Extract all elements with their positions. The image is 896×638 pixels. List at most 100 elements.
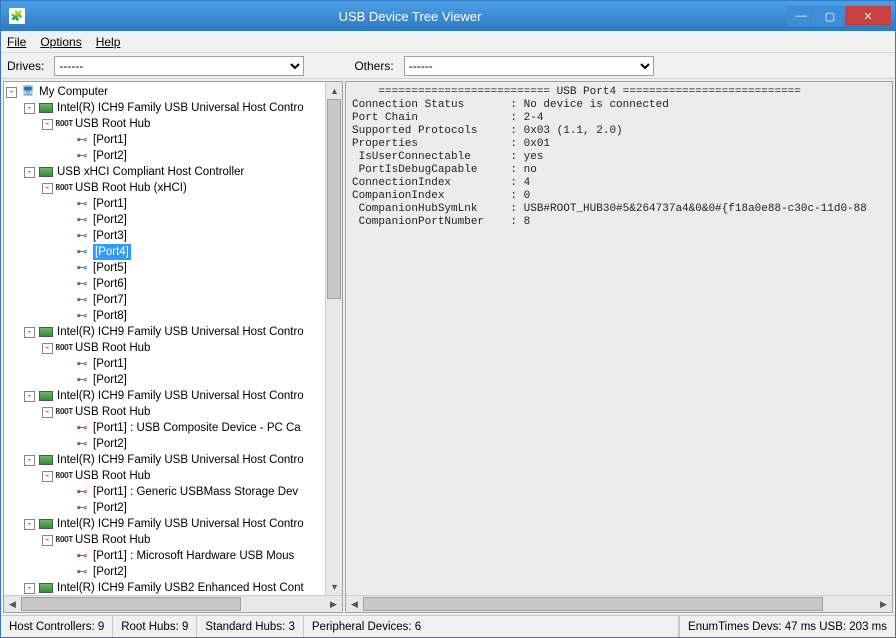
tree-label[interactable]: [Port7] — [93, 292, 127, 308]
collapse-icon[interactable]: - — [42, 343, 53, 354]
collapse-icon[interactable]: - — [6, 87, 17, 98]
tree-label[interactable]: [Port1] : USB Composite Device - PC Ca — [93, 420, 301, 436]
tree-label[interactable]: Intel(R) ICH9 Family USB2 Enhanced Host … — [57, 580, 304, 595]
tree-label[interactable]: USB xHCI Compliant Host Controller — [57, 164, 244, 180]
tree-label[interactable]: USB Root Hub (xHCI) — [75, 180, 187, 196]
scroll-down-icon[interactable]: ▼ — [326, 578, 342, 595]
tree-row[interactable]: -ROOTUSB Root Hub — [6, 404, 325, 420]
tree-row[interactable]: ⊷[Port1] : Generic USBMass Storage Dev — [6, 484, 325, 500]
device-tree[interactable]: -🖥My Computer-Intel(R) ICH9 Family USB U… — [4, 82, 325, 595]
tree-label[interactable]: [Port1] — [93, 356, 127, 372]
tree-label[interactable]: [Port1] — [93, 132, 127, 148]
tree-row[interactable]: ⊷[Port7] — [6, 292, 325, 308]
hscroll-thumb[interactable] — [363, 597, 823, 611]
tree-row[interactable]: ⊷[Port2] — [6, 436, 325, 452]
tree-row[interactable]: - USB xHCI Compliant Host Controller — [6, 164, 325, 180]
tree-row[interactable]: ⊷[Port1] — [6, 356, 325, 372]
maximize-button[interactable]: ▢ — [816, 6, 844, 26]
scroll-left-icon[interactable]: ◀ — [346, 596, 363, 613]
collapse-icon[interactable]: - — [24, 391, 35, 402]
tree-label[interactable]: USB Root Hub — [75, 116, 150, 132]
titlebar[interactable]: 🧩 USB Device Tree Viewer — ▢ ✕ — [1, 1, 895, 31]
collapse-icon[interactable]: - — [42, 407, 53, 418]
tree-row[interactable]: ⊷[Port3] — [6, 228, 325, 244]
collapse-icon[interactable]: - — [24, 103, 35, 114]
scroll-up-icon[interactable]: ▲ — [326, 82, 342, 99]
tree-label[interactable]: [Port8] — [93, 308, 127, 324]
tree-row[interactable]: - Intel(R) ICH9 Family USB Universal Host… — [6, 100, 325, 116]
tree-label[interactable]: [Port2] — [93, 148, 127, 164]
drives-dropdown[interactable]: ------ — [54, 56, 304, 76]
tree-label[interactable]: [Port2] — [93, 372, 127, 388]
tree-label[interactable]: [Port2] — [93, 564, 127, 580]
tree-label[interactable]: [Port3] — [93, 228, 127, 244]
tree-label[interactable]: Intel(R) ICH9 Family USB Universal Host … — [57, 324, 304, 340]
tree-label[interactable]: Intel(R) ICH9 Family USB Universal Host … — [57, 452, 304, 468]
minimize-button[interactable]: — — [787, 6, 815, 26]
scroll-left-icon[interactable]: ◀ — [4, 596, 21, 613]
tree-row[interactable]: -ROOTUSB Root Hub (xHCI) — [6, 180, 325, 196]
collapse-icon[interactable]: - — [42, 535, 53, 546]
tree-label[interactable]: USB Root Hub — [75, 468, 150, 484]
tree-label[interactable]: [Port6] — [93, 276, 127, 292]
collapse-icon[interactable]: - — [42, 119, 53, 130]
tree-row[interactable]: ⊷[Port2] — [6, 148, 325, 164]
tree-row[interactable]: ⊷[Port1] : Microsoft Hardware USB Mous — [6, 548, 325, 564]
tree-row[interactable]: - Intel(R) ICH9 Family USB Universal Host… — [6, 452, 325, 468]
tree-label[interactable]: [Port1] : Generic USBMass Storage Dev — [93, 484, 298, 500]
collapse-icon[interactable]: - — [24, 455, 35, 466]
tree-row[interactable]: ⊷[Port8] — [6, 308, 325, 324]
tree-row[interactable]: -🖥My Computer — [6, 84, 325, 100]
tree-label[interactable]: Intel(R) ICH9 Family USB Universal Host … — [57, 516, 304, 532]
collapse-icon[interactable]: - — [24, 167, 35, 178]
tree-row[interactable]: ⊷[Port6] — [6, 276, 325, 292]
tree-row[interactable]: ⊷[Port1] : USB Composite Device - PC Ca — [6, 420, 325, 436]
collapse-icon[interactable]: - — [24, 583, 35, 594]
detail-text[interactable]: ========================== USB Port4 ===… — [346, 82, 892, 595]
tree-label[interactable]: [Port2] — [93, 212, 127, 228]
menu-file[interactable]: File — [7, 35, 26, 49]
tree-label[interactable]: [Port1] — [93, 196, 127, 212]
tree-row[interactable]: - Intel(R) ICH9 Family USB2 Enhanced Host… — [6, 580, 325, 595]
collapse-icon[interactable]: - — [24, 519, 35, 530]
tree-row[interactable]: ⊷[Port2] — [6, 564, 325, 580]
tree-row[interactable]: ⊷[Port5] — [6, 260, 325, 276]
tree-row[interactable]: -ROOTUSB Root Hub — [6, 532, 325, 548]
tree-row[interactable]: ⊷[Port2] — [6, 372, 325, 388]
others-dropdown[interactable]: ------ — [404, 56, 654, 76]
tree-label[interactable]: USB Root Hub — [75, 532, 150, 548]
tree-row[interactable]: ⊷[Port1] — [6, 132, 325, 148]
tree-row[interactable]: ⊷[Port2] — [6, 212, 325, 228]
tree-row[interactable]: -ROOTUSB Root Hub — [6, 468, 325, 484]
hscroll-thumb[interactable] — [21, 597, 241, 611]
tree-vscrollbar[interactable]: ▲ ▼ — [325, 82, 342, 595]
scroll-right-icon[interactable]: ▶ — [325, 596, 342, 613]
collapse-icon[interactable]: - — [42, 471, 53, 482]
tree-row[interactable]: -ROOTUSB Root Hub — [6, 116, 325, 132]
tree-hscrollbar[interactable]: ◀ ▶ — [4, 595, 342, 612]
tree-row[interactable]: ⊷[Port1] — [6, 196, 325, 212]
tree-label[interactable]: USB Root Hub — [75, 404, 150, 420]
tree-row[interactable]: - Intel(R) ICH9 Family USB Universal Host… — [6, 388, 325, 404]
menu-options[interactable]: Options — [40, 35, 81, 49]
collapse-icon[interactable]: - — [42, 183, 53, 194]
tree-label[interactable]: Intel(R) ICH9 Family USB Universal Host … — [57, 388, 304, 404]
tree-label[interactable]: My Computer — [39, 84, 108, 100]
tree-label[interactable]: [Port2] — [93, 500, 127, 516]
tree-label[interactable]: [Port4] — [93, 244, 131, 260]
scroll-right-icon[interactable]: ▶ — [875, 596, 892, 613]
tree-label[interactable]: Intel(R) ICH9 Family USB Universal Host … — [57, 100, 304, 116]
tree-row[interactable]: ⊷[Port4] — [6, 244, 325, 260]
tree-label[interactable]: [Port5] — [93, 260, 127, 276]
scroll-thumb[interactable] — [327, 99, 341, 299]
tree-row[interactable]: -ROOTUSB Root Hub — [6, 340, 325, 356]
tree-row[interactable]: ⊷[Port2] — [6, 500, 325, 516]
collapse-icon[interactable]: - — [24, 327, 35, 338]
tree-label[interactable]: [Port2] — [93, 436, 127, 452]
close-button[interactable]: ✕ — [845, 6, 891, 26]
detail-hscrollbar[interactable]: ◀ ▶ — [346, 595, 892, 612]
tree-label[interactable]: USB Root Hub — [75, 340, 150, 356]
menu-help[interactable]: Help — [96, 35, 121, 49]
tree-label[interactable]: [Port1] : Microsoft Hardware USB Mous — [93, 548, 294, 564]
tree-row[interactable]: - Intel(R) ICH9 Family USB Universal Host… — [6, 516, 325, 532]
